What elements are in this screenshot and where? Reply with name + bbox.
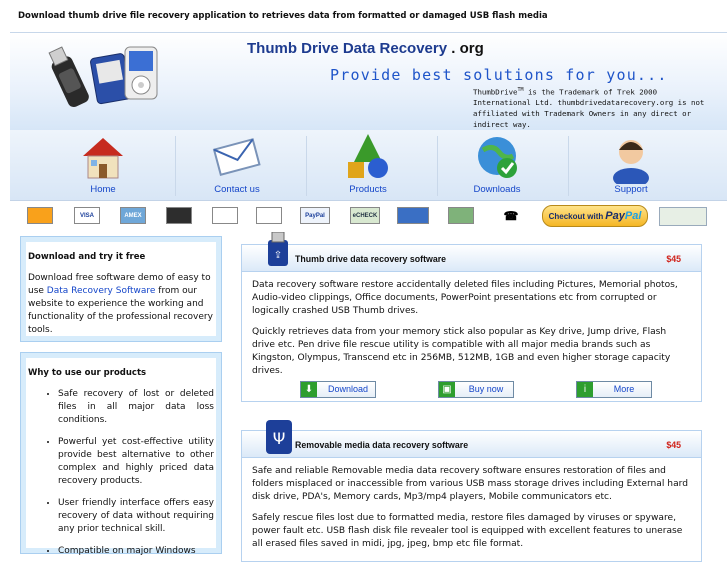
- download-box: Download and try it free Download free s…: [20, 236, 222, 342]
- download-box-title: Download and try it free: [28, 252, 146, 262]
- data-recovery-software-link[interactable]: Data Recovery Software: [47, 286, 156, 296]
- product-header: ⇪ Thumb drive data recovery software $45: [242, 232, 701, 272]
- nav-home-label: Home: [90, 184, 116, 195]
- paypal-brand: PayPal: [605, 210, 642, 222]
- cart-icon: ▣: [439, 382, 455, 397]
- main-nav: Home Contact us Products Downloads Suppo…: [10, 130, 727, 201]
- product-card: ⇪ Thumb drive data recovery software $45…: [241, 232, 702, 402]
- why-list-item: User friendly interface offers easy reco…: [58, 497, 214, 536]
- product-paragraph: Quickly retrieves data from your memory …: [252, 327, 671, 376]
- product-paragraph: Safely rescue files lost due to formatte…: [252, 513, 683, 549]
- nav-support[interactable]: Support: [566, 130, 696, 200]
- nav-products[interactable]: Products: [303, 130, 433, 200]
- product-actions: ⬇ Download ▣ Buy now i More: [242, 381, 701, 398]
- svg-text:Ψ: Ψ: [273, 429, 286, 448]
- download-box-text: Download free software demo of easy to u…: [28, 273, 213, 335]
- download-arrow-icon: ⬇: [301, 382, 317, 397]
- info-icon: i: [577, 382, 593, 397]
- product-description: Data recovery software restore accidenta…: [252, 279, 691, 386]
- card-logo: [166, 207, 192, 224]
- site-header: Thumb Drive Data Recovery . org Provide …: [10, 32, 727, 131]
- nav-downloads[interactable]: Downloads: [432, 130, 562, 200]
- top-bar: Download thumb drive file recovery appli…: [0, 0, 727, 32]
- house-icon: [83, 138, 123, 179]
- card-logo: [256, 207, 282, 224]
- buy-now-button[interactable]: ▣ Buy now: [438, 381, 514, 398]
- why-box: Why to use our products Safe recovery of…: [20, 352, 222, 556]
- envelope-icon: [212, 138, 261, 176]
- nav-products-label: Products: [349, 184, 387, 195]
- product-paragraph: Data recovery software restore accidenta…: [252, 280, 678, 316]
- product-paragraph: Safe and reliable Removable media data r…: [252, 466, 688, 502]
- visa-logo: VISA: [74, 207, 100, 224]
- shapes-icon: [348, 134, 388, 178]
- download-button[interactable]: ⬇ Download: [300, 381, 376, 398]
- phone-icon: ☎: [497, 207, 525, 224]
- why-list-item: Compatible on major Windows: [58, 545, 214, 558]
- why-box-title: Why to use our products: [28, 368, 147, 378]
- support-person-icon: [613, 140, 649, 184]
- globe-check-icon: [478, 137, 517, 178]
- why-list-item: Safe recovery of lost or deleted files i…: [58, 388, 214, 427]
- cash-icon: [448, 207, 474, 224]
- nav-contact-label: Contact us: [214, 184, 260, 195]
- usb-devices-logo: [48, 46, 158, 108]
- paypal-checkout-button[interactable]: Checkout with PayPal: [542, 205, 648, 227]
- site-title-suffix: . org: [451, 40, 484, 57]
- product-card: Ψ Removable media data recovery software…: [241, 420, 702, 562]
- card-logo: [397, 207, 429, 224]
- trademark-disclaimer: ThumbDriveTM is the Trademark of Trek 20…: [473, 87, 705, 130]
- paypal-logo: PayPal: [300, 207, 330, 224]
- card-logo: [212, 207, 238, 224]
- amex-logo: AMEX: [120, 207, 146, 224]
- payment-methods: VISA AMEX PayPal eCHECK ☎ Checkout with …: [0, 201, 727, 229]
- product-header: Ψ Removable media data recovery software…: [242, 420, 701, 458]
- site-title-text: Thumb Drive Data Recovery: [247, 40, 448, 57]
- svg-text:⇪: ⇪: [274, 250, 282, 261]
- usb-symbol-icon: Ψ: [266, 420, 292, 454]
- product-name[interactable]: Thumb drive data recovery software: [295, 254, 446, 264]
- nav-support-label: Support: [614, 184, 648, 195]
- tagline: Provide best solutions for you...: [330, 66, 668, 84]
- echeck-logo: eCHECK: [350, 207, 380, 224]
- product-name[interactable]: Removable media data recovery software: [295, 440, 468, 450]
- site-title[interactable]: Thumb Drive Data Recovery . org: [247, 40, 484, 57]
- check-image: [659, 207, 707, 226]
- top-bar-text: Download thumb drive file recovery appli…: [18, 11, 548, 21]
- mastercard-logo: [27, 207, 53, 224]
- nav-downloads-label: Downloads: [473, 184, 521, 195]
- more-button[interactable]: i More: [576, 381, 652, 398]
- product-price: $45: [666, 440, 681, 450]
- usb-drive-icon: ⇪: [268, 232, 288, 266]
- why-list: Safe recovery of lost or deleted files i…: [28, 388, 214, 558]
- why-list-item: Powerful yet cost-effective utility prov…: [58, 436, 214, 488]
- product-price: $45: [666, 254, 681, 264]
- nav-home[interactable]: Home: [38, 130, 168, 200]
- nav-contact[interactable]: Contact us: [172, 130, 302, 200]
